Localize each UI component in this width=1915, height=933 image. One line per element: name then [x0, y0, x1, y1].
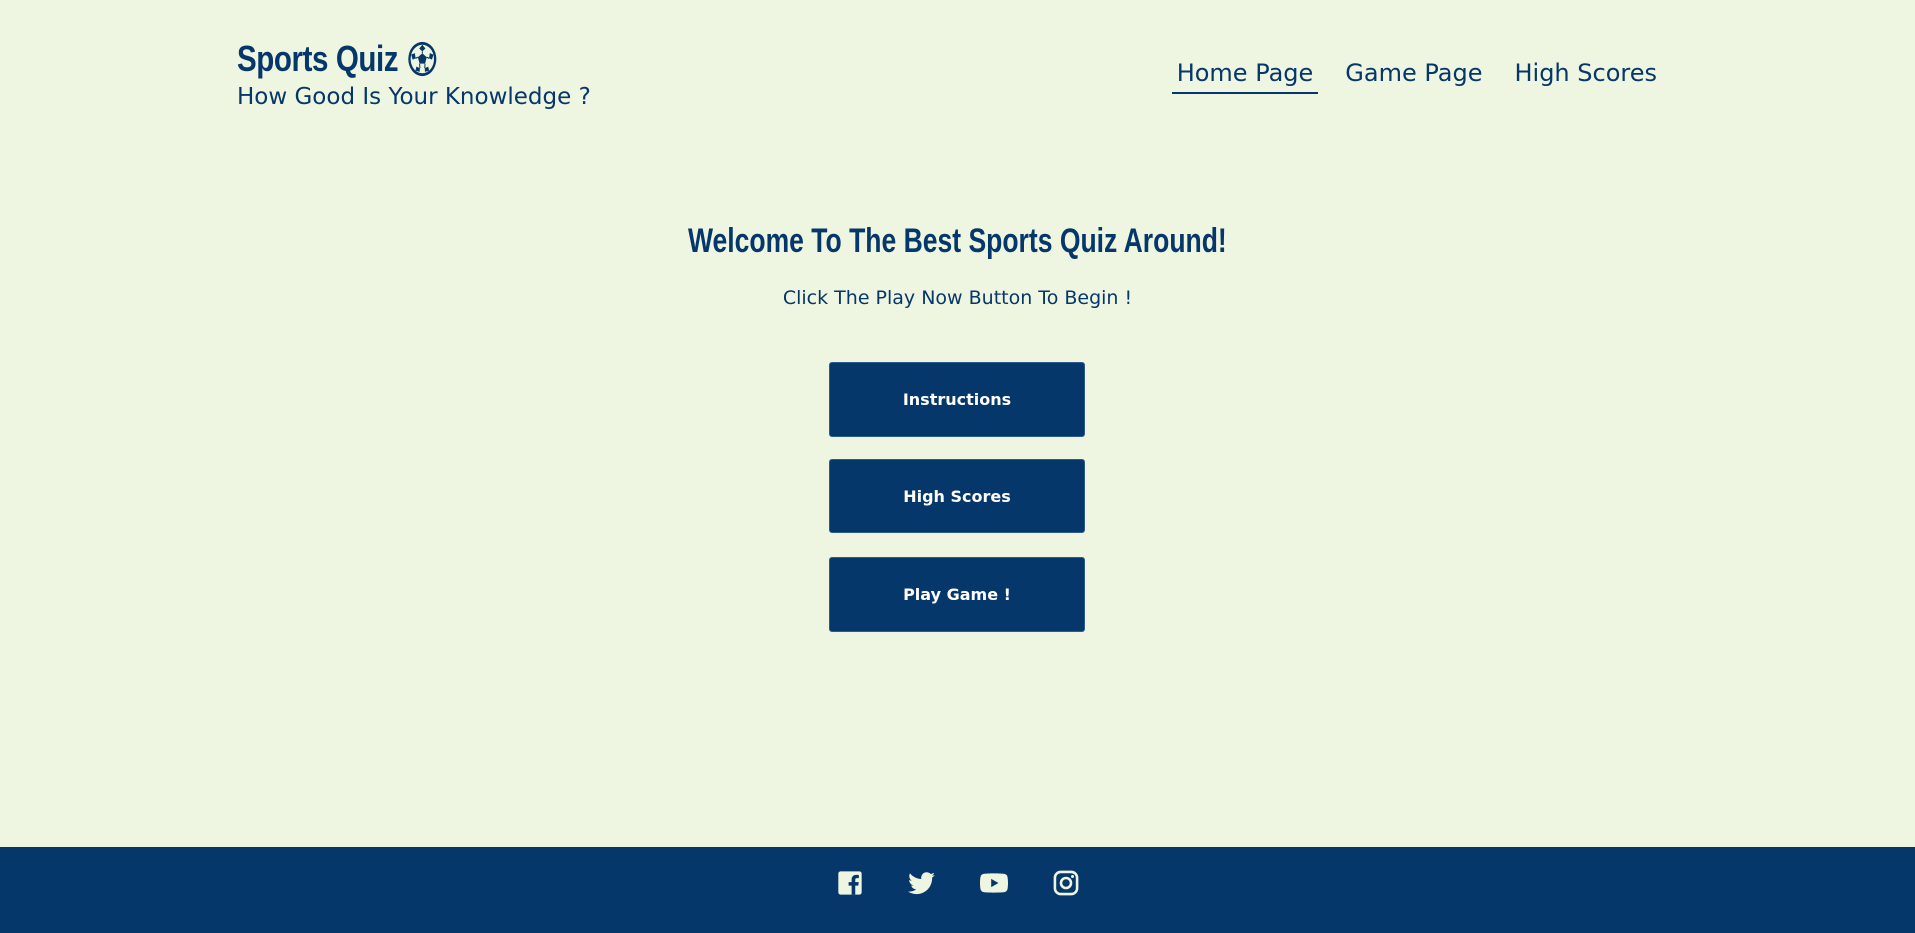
brand: Sports Quiz How Good Is Your Knowledge ?	[237, 36, 591, 112]
site-header: Sports Quiz How Good Is Your Knowledge ?…	[0, 0, 1915, 140]
soccer-ball-icon	[406, 40, 437, 78]
instructions-button[interactable]: Instructions	[829, 362, 1085, 437]
brand-subtitle: How Good Is Your Knowledge ?	[237, 84, 591, 110]
instagram-icon[interactable]	[1052, 869, 1080, 897]
facebook-icon[interactable]	[836, 869, 864, 897]
welcome-title: Welcome To The Best Sports Quiz Around!	[688, 222, 1227, 260]
nav-high-scores[interactable]: High Scores	[1509, 56, 1662, 94]
welcome-subtitle: Click The Play Now Button To Begin !	[782, 287, 1133, 309]
brand-title-row: Sports Quiz	[237, 36, 527, 82]
site-footer	[0, 847, 1915, 933]
button-stack: Instructions High Scores Play Game !	[829, 362, 1085, 632]
twitter-icon[interactable]	[907, 869, 936, 897]
high-scores-button[interactable]: High Scores	[829, 459, 1085, 533]
youtube-icon[interactable]	[979, 869, 1008, 897]
page: Sports Quiz How Good Is Your Knowledge ?…	[0, 0, 1915, 933]
main-content: Welcome To The Best Sports Quiz Around! …	[0, 215, 1915, 632]
play-game-button[interactable]: Play Game !	[829, 557, 1085, 632]
brand-title: Sports Quiz	[237, 38, 399, 79]
main-nav: Home Page Game Page High Scores	[1150, 56, 1662, 94]
nav-game-page[interactable]: Game Page	[1340, 56, 1487, 94]
social-links	[0, 869, 1915, 897]
nav-home-page[interactable]: Home Page	[1171, 56, 1319, 94]
